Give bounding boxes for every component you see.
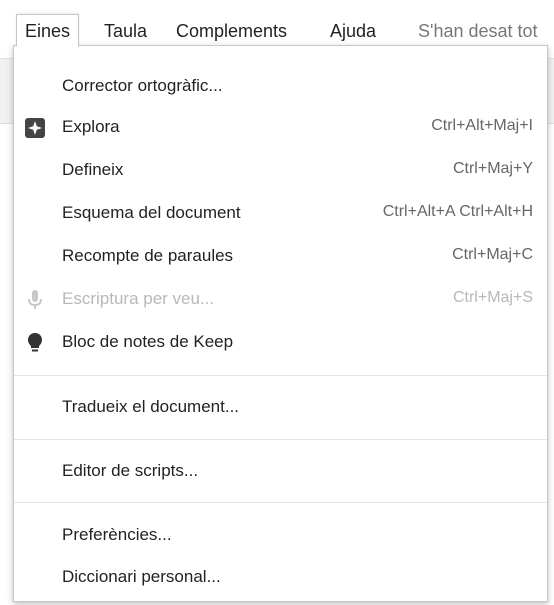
- menu-item-shortcut: Ctrl+Maj+Y: [452, 160, 533, 177]
- menu-item-shortcut: Ctrl+Alt+Maj+I: [431, 117, 533, 134]
- eines-dropdown-menu: Corrector ortogràfic... Explora Ctrl+Alt…: [13, 45, 548, 602]
- explore-icon: [24, 117, 46, 139]
- menu-item-document-outline[interactable]: Esquema del document Ctrl+Alt+A Ctrl+Alt…: [14, 194, 547, 234]
- menu-item-keep-notepad[interactable]: Bloc de notes de Keep: [14, 323, 547, 363]
- menu-item-label: Explora: [62, 117, 120, 136]
- menu-separator: [14, 502, 547, 503]
- menu-item-spellcheck[interactable]: Corrector ortogràfic...: [14, 67, 547, 107]
- menu-complements[interactable]: Complements: [168, 16, 295, 46]
- menu-item-label: Editor de scripts...: [62, 461, 199, 480]
- menubar: Eines Taula Complements Ajuda S'han desa…: [0, 0, 554, 48]
- microphone-icon: [24, 289, 46, 311]
- menu-item-translate-document[interactable]: Tradueix el document...: [14, 388, 547, 428]
- menu-item-label: Corrector ortogràfic...: [62, 76, 223, 95]
- menu-taula[interactable]: Taula: [96, 16, 155, 46]
- menu-item-preferences[interactable]: Preferències...: [14, 516, 547, 556]
- menu-item-explore[interactable]: Explora Ctrl+Alt+Maj+I: [14, 108, 547, 148]
- menu-item-shortcut: Ctrl+Maj+C: [452, 246, 533, 263]
- menu-separator: [14, 439, 547, 440]
- app-window: Eines Taula Complements Ajuda S'han desa…: [0, 0, 554, 605]
- menu-item-define[interactable]: Defineix Ctrl+Maj+Y: [14, 151, 547, 191]
- menu-item-voice-typing: Escriptura per veu... Ctrl+Maj+S: [14, 280, 547, 320]
- menu-item-label: Tradueix el document...: [62, 397, 240, 416]
- menu-item-label: Recompte de paraules: [62, 246, 234, 265]
- menu-separator: [14, 375, 547, 376]
- menu-item-shortcut: Ctrl+Maj+S: [452, 289, 533, 306]
- menu-item-shortcut: Ctrl+Alt+A Ctrl+Alt+H: [382, 203, 533, 220]
- menu-item-script-editor[interactable]: Editor de scripts...: [14, 452, 547, 492]
- menu-item-label: Preferències...: [62, 525, 172, 544]
- menu-item-label: Diccionari personal...: [62, 567, 221, 586]
- menu-eines[interactable]: Eines: [16, 14, 80, 47]
- lightbulb-icon: [24, 332, 46, 354]
- menu-item-personal-dictionary[interactable]: Diccionari personal...: [14, 558, 547, 598]
- menu-item-word-count[interactable]: Recompte de paraules Ctrl+Maj+C: [14, 237, 547, 277]
- menu-ajuda[interactable]: Ajuda: [322, 16, 384, 46]
- menu-item-label: Defineix: [62, 160, 124, 179]
- menu-item-label: Escriptura per veu...: [62, 289, 215, 308]
- save-status: S'han desat tot: [418, 21, 538, 41]
- menu-item-label: Bloc de notes de Keep: [62, 332, 234, 351]
- menu-item-label: Esquema del document: [62, 203, 241, 222]
